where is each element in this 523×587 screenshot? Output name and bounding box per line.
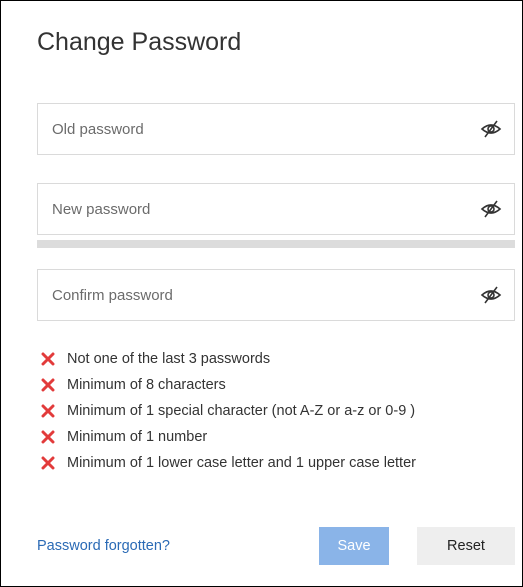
rule-text: Minimum of 8 characters (67, 377, 226, 394)
new-password-field[interactable]: New password (37, 183, 515, 235)
new-password-placeholder: New password (52, 201, 151, 218)
rule-item: Minimum of 8 characters (41, 372, 416, 398)
dialog-title: Change Password (37, 28, 242, 56)
x-icon (41, 404, 55, 418)
rule-text: Not one of the last 3 passwords (67, 351, 271, 367)
rule-item: Not one of the last 3 passwords (41, 346, 416, 372)
eye-slash-icon[interactable] (480, 285, 502, 305)
rule-text: Minimum of 1 number (67, 429, 208, 446)
old-password-placeholder: Old password (52, 121, 144, 138)
password-rules-list: Not one of the last 3 passwords Minimum … (41, 346, 416, 476)
rule-text: Minimum of 1 lower case letter and 1 upp… (67, 455, 416, 472)
x-icon (41, 456, 55, 470)
save-button[interactable]: Save (319, 527, 389, 565)
eye-slash-icon[interactable] (480, 119, 502, 139)
confirm-password-field[interactable]: Confirm password (37, 269, 515, 321)
rule-item: Minimum of 1 number (41, 424, 416, 450)
x-icon (41, 378, 55, 392)
eye-slash-icon[interactable] (480, 199, 502, 219)
confirm-password-placeholder: Confirm password (52, 287, 173, 304)
change-password-dialog: Change Password Old password New passwor… (0, 0, 523, 587)
x-icon (41, 352, 55, 366)
password-strength-bar (37, 240, 515, 248)
password-forgotten-link[interactable]: Password forgotten? (37, 538, 170, 554)
x-icon (41, 430, 55, 444)
rule-item: Minimum of 1 special character (not A-Z … (41, 398, 416, 424)
old-password-field[interactable]: Old password (37, 103, 515, 155)
rule-item: Minimum of 1 lower case letter and 1 upp… (41, 450, 416, 476)
reset-button[interactable]: Reset (417, 527, 515, 565)
rule-text: Minimum of 1 special character (not A-Z … (67, 403, 416, 420)
